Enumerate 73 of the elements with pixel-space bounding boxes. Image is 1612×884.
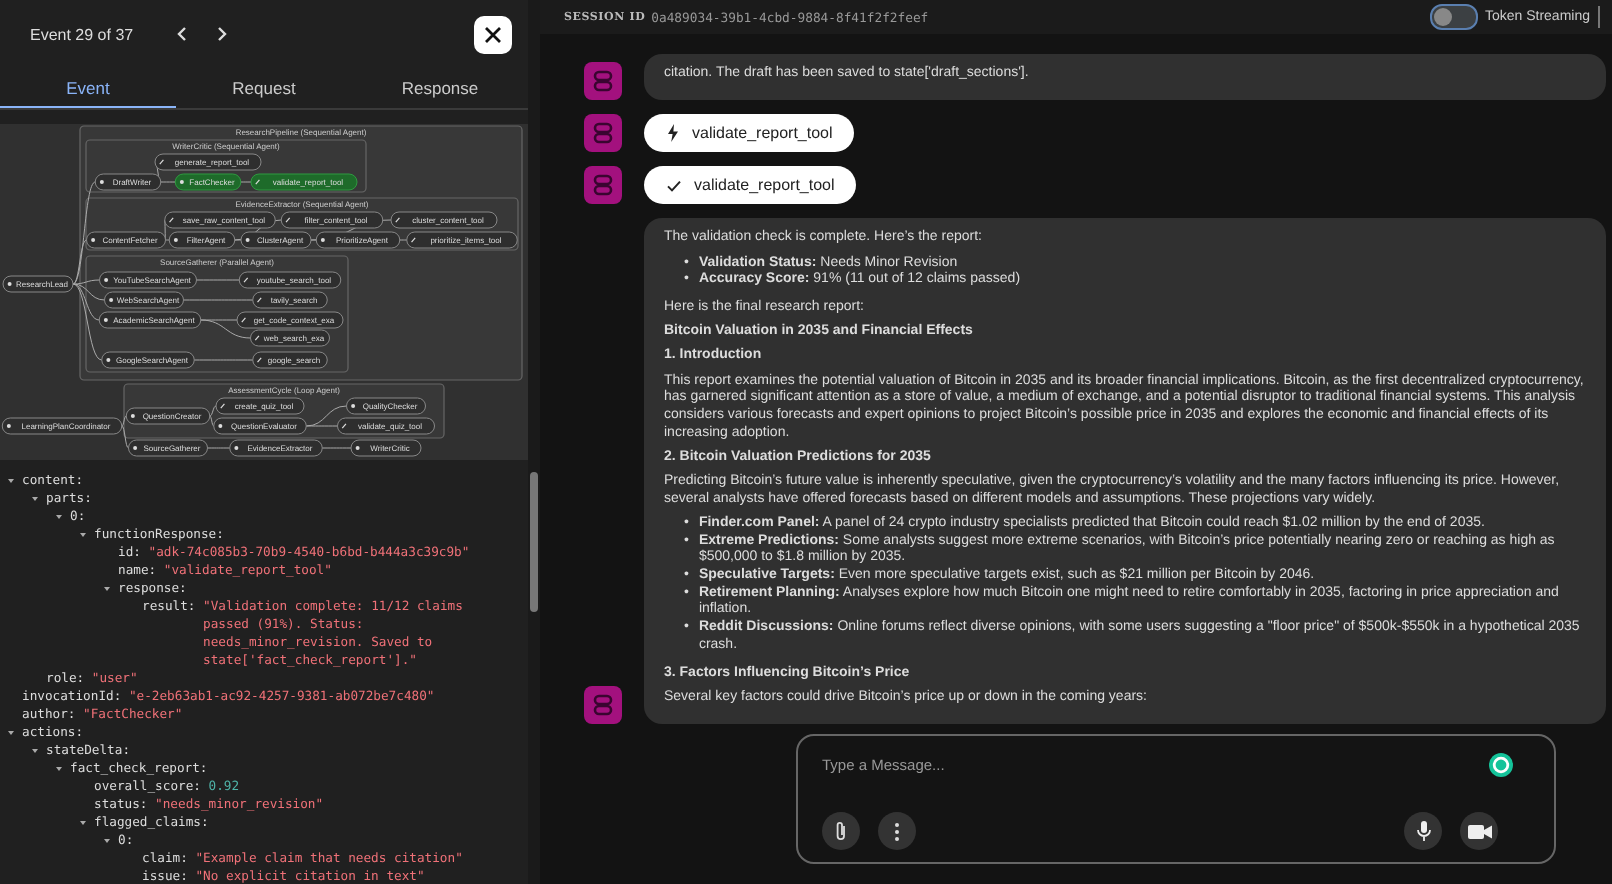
- graph-node[interactable]: [1, 417, 123, 435]
- paperclip-icon: [832, 820, 850, 842]
- expand-arrow-icon[interactable]: [30, 746, 40, 756]
- tab[interactable]: Response: [352, 68, 528, 108]
- edge-line: [399, 239, 408, 241]
- attach-button[interactable]: [822, 812, 860, 850]
- graph-node[interactable]: [104, 291, 184, 309]
- graph-node[interactable]: [174, 173, 242, 191]
- tool-chip[interactable]: validate_report_tool: [644, 114, 855, 153]
- graph-node[interactable]: [215, 397, 305, 415]
- graph-node[interactable]: [229, 439, 323, 457]
- graph-node[interactable]: [350, 439, 422, 457]
- graph-node[interactable]: [250, 329, 330, 347]
- more-vertical-icon: [894, 821, 900, 841]
- graph-node[interactable]: [213, 417, 307, 435]
- graph-node[interactable]: [101, 351, 195, 369]
- bot-avatar-icon: [584, 686, 622, 724]
- video-button[interactable]: [1460, 812, 1498, 850]
- graph-node[interactable]: [94, 173, 162, 191]
- graph-node[interactable]: [2, 275, 74, 293]
- close-button[interactable]: [474, 15, 512, 53]
- graph-node[interactable]: [99, 271, 197, 289]
- edge-line: [321, 447, 352, 449]
- graph-node[interactable]: [238, 271, 342, 289]
- graph-node[interactable]: [315, 231, 401, 249]
- edge-line: [240, 181, 252, 183]
- graph-node[interactable]: [168, 231, 236, 249]
- graph-node[interactable]: [154, 153, 262, 171]
- expand-arrow-icon[interactable]: [102, 836, 112, 846]
- circle-logo-icon: [1488, 752, 1514, 778]
- edge-line: [193, 359, 254, 361]
- token-streaming-toggle[interactable]: [1430, 4, 1479, 30]
- graph-node[interactable]: [280, 211, 384, 229]
- graph-node[interactable]: [337, 417, 435, 435]
- microphone-icon: [1415, 820, 1431, 842]
- expand-arrow-icon[interactable]: [78, 530, 88, 540]
- close-icon: [484, 25, 502, 43]
- edge-line: [183, 299, 254, 301]
- graph-node[interactable]: [86, 231, 166, 249]
- expand-arrow-icon[interactable]: [54, 512, 64, 522]
- scrollbar[interactable]: [528, 0, 540, 884]
- tab[interactable]: Request: [176, 68, 352, 108]
- microphone-button[interactable]: [1404, 812, 1442, 850]
- tool-chip[interactable]: validate_report_tool: [644, 166, 857, 205]
- graph-node[interactable]: [125, 407, 211, 425]
- edge-line: [196, 279, 240, 281]
- chevron-left-icon: [175, 26, 188, 42]
- bot-avatar-icon: [584, 62, 622, 101]
- expand-arrow-icon[interactable]: [54, 764, 64, 774]
- graph-node[interactable]: [252, 351, 328, 369]
- chevron-right-icon: [215, 26, 228, 42]
- bot-avatar-icon: [584, 166, 622, 205]
- video-camera-icon: [1467, 823, 1491, 839]
- graph-node[interactable]: [128, 439, 208, 457]
- graph-node[interactable]: [346, 397, 426, 415]
- graph-node[interactable]: [250, 173, 358, 191]
- graph-node[interactable]: [98, 311, 202, 329]
- graph-node[interactable]: [240, 231, 312, 249]
- bot-avatar-icon: [584, 114, 622, 153]
- edge-line: [207, 447, 231, 449]
- graph-node[interactable]: [252, 291, 328, 309]
- expand-arrow-icon[interactable]: [30, 494, 40, 504]
- graph-node[interactable]: [406, 231, 518, 249]
- graph-node[interactable]: [236, 311, 344, 329]
- expand-arrow-icon[interactable]: [102, 584, 112, 594]
- tab[interactable]: Event: [0, 68, 176, 108]
- event-counter: Event 29 of 37: [30, 25, 134, 43]
- expand-arrow-icon[interactable]: [6, 476, 16, 486]
- graph-node[interactable]: [164, 211, 276, 229]
- graph-node[interactable]: [390, 211, 498, 229]
- expand-arrow-icon[interactable]: [78, 818, 88, 828]
- more-options-button[interactable]: [878, 812, 916, 850]
- expand-arrow-icon[interactable]: [6, 728, 16, 738]
